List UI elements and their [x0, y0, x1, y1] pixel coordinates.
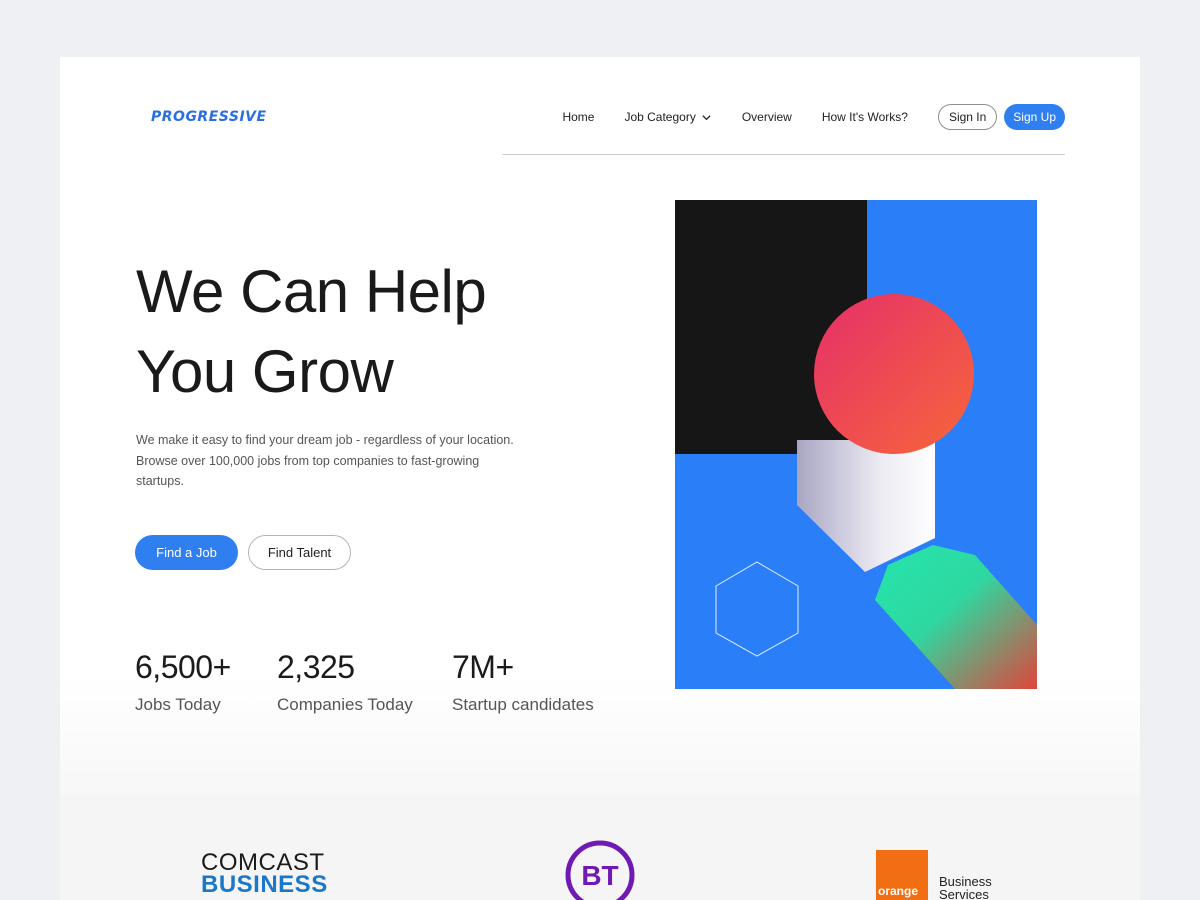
illustration-gradient-circle	[814, 294, 974, 454]
hero-description: We make it easy to find your dream job -…	[136, 433, 514, 488]
stat-label: Jobs Today	[135, 695, 221, 714]
hero-illustration	[675, 200, 1037, 689]
stat-jobs: 6,500+ Jobs Today	[135, 647, 231, 715]
hero-title-line-2: You Grow	[136, 338, 394, 405]
comcast-line-2: BUSINESS	[201, 871, 328, 898]
main-nav: Home Job Category Overview How It's Work…	[60, 104, 1065, 130]
sign-up-button[interactable]: Sign Up	[1004, 104, 1065, 130]
nav-home-label: Home	[562, 110, 595, 124]
orange-logo: orange	[876, 850, 928, 900]
comcast-business-logo: COMCAST BUSINESS	[201, 851, 328, 898]
sign-in-button[interactable]: Sign In	[937, 104, 998, 130]
orange-business-services: Business Services	[939, 875, 992, 900]
stat-label: Startup candidates	[452, 695, 594, 714]
hero-title-line-1: We Can Help	[136, 258, 487, 325]
page-card: PROGRESSIVE Home Job Category Overview H…	[60, 57, 1140, 900]
orange-logo-text: orange	[878, 884, 919, 898]
bt-logo: BT	[565, 840, 635, 900]
partner-logos: COMCAST BUSINESS BT orange Business Serv…	[60, 797, 1140, 900]
nav-how-it-works-label: How It's Works?	[821, 110, 908, 124]
nav-job-category[interactable]: Job Category	[624, 110, 711, 124]
stat-value: 6,500+	[135, 649, 231, 685]
nav-how-it-works[interactable]: How It's Works?	[822, 110, 908, 124]
nav-home[interactable]: Home	[562, 110, 594, 124]
chevron-down-icon	[702, 114, 711, 120]
stat-value: 2,325	[277, 649, 355, 685]
stat-label: Companies Today	[277, 695, 413, 714]
orange-text-line-2: Services	[939, 887, 989, 900]
find-job-button[interactable]: Find a Job	[135, 535, 238, 570]
stat-companies: 2,325 Companies Today	[277, 647, 413, 715]
nav-job-category-label: Job Category	[624, 110, 696, 124]
nav-overview[interactable]: Overview	[742, 110, 792, 124]
find-talent-button[interactable]: Find Talent	[248, 535, 351, 570]
stat-candidates: 7M+ Startup candidates	[452, 647, 594, 715]
nav-overview-label: Overview	[741, 110, 792, 124]
nav-divider	[502, 154, 1065, 155]
stat-value: 7M+	[452, 649, 514, 685]
hero-title: We Can Help You Grow	[136, 252, 487, 412]
bt-logo-text: BT	[581, 860, 618, 891]
